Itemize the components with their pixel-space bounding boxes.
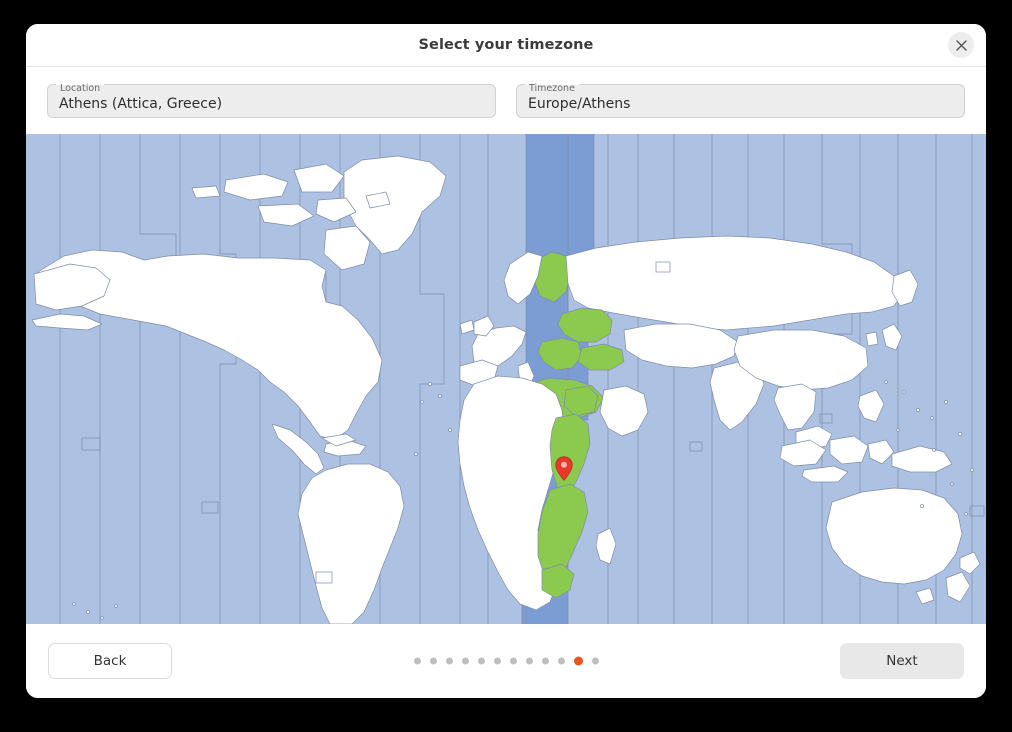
step-dot[interactable] [557, 657, 565, 665]
location-field[interactable]: Location [47, 82, 496, 118]
fields-row: Location Timezone [26, 67, 986, 134]
step-dot[interactable] [413, 657, 421, 665]
close-button[interactable] [948, 32, 974, 58]
land-korea [865, 331, 879, 347]
world-map[interactable]: .oc { fill:#adc2e3; } .sel { fill:#7b9dd… [26, 134, 986, 624]
step-dot[interactable] [429, 657, 437, 665]
location-input[interactable] [48, 95, 495, 117]
back-button[interactable]: Back [48, 643, 172, 679]
step-dot[interactable] [493, 657, 501, 665]
step-dot[interactable] [541, 657, 549, 665]
timezone-dialog: Select your timezone Location Timezone [26, 24, 986, 698]
step-dot[interactable] [445, 657, 453, 665]
timezone-field-label: Timezone [529, 82, 575, 94]
land-arctic-small-1 [191, 185, 221, 199]
location-field-label: Location [60, 82, 101, 94]
step-dot[interactable] [525, 657, 533, 665]
step-dot[interactable] [591, 657, 599, 665]
step-dot[interactable] [477, 657, 485, 665]
step-dot[interactable] [509, 657, 517, 665]
world-map-svg[interactable]: .oc { fill:#adc2e3; } .sel { fill:#7b9dd… [26, 134, 986, 624]
step-dot[interactable] [461, 657, 469, 665]
step-dot[interactable] [573, 656, 583, 666]
dialog-footer: Back Next [26, 624, 986, 698]
timezone-input[interactable] [517, 95, 964, 117]
close-icon [955, 39, 967, 51]
next-button[interactable]: Next [840, 643, 964, 679]
page-title: Select your timezone [418, 37, 594, 53]
dialog-header: Select your timezone [26, 24, 986, 67]
timezone-field[interactable]: Timezone [516, 82, 965, 118]
